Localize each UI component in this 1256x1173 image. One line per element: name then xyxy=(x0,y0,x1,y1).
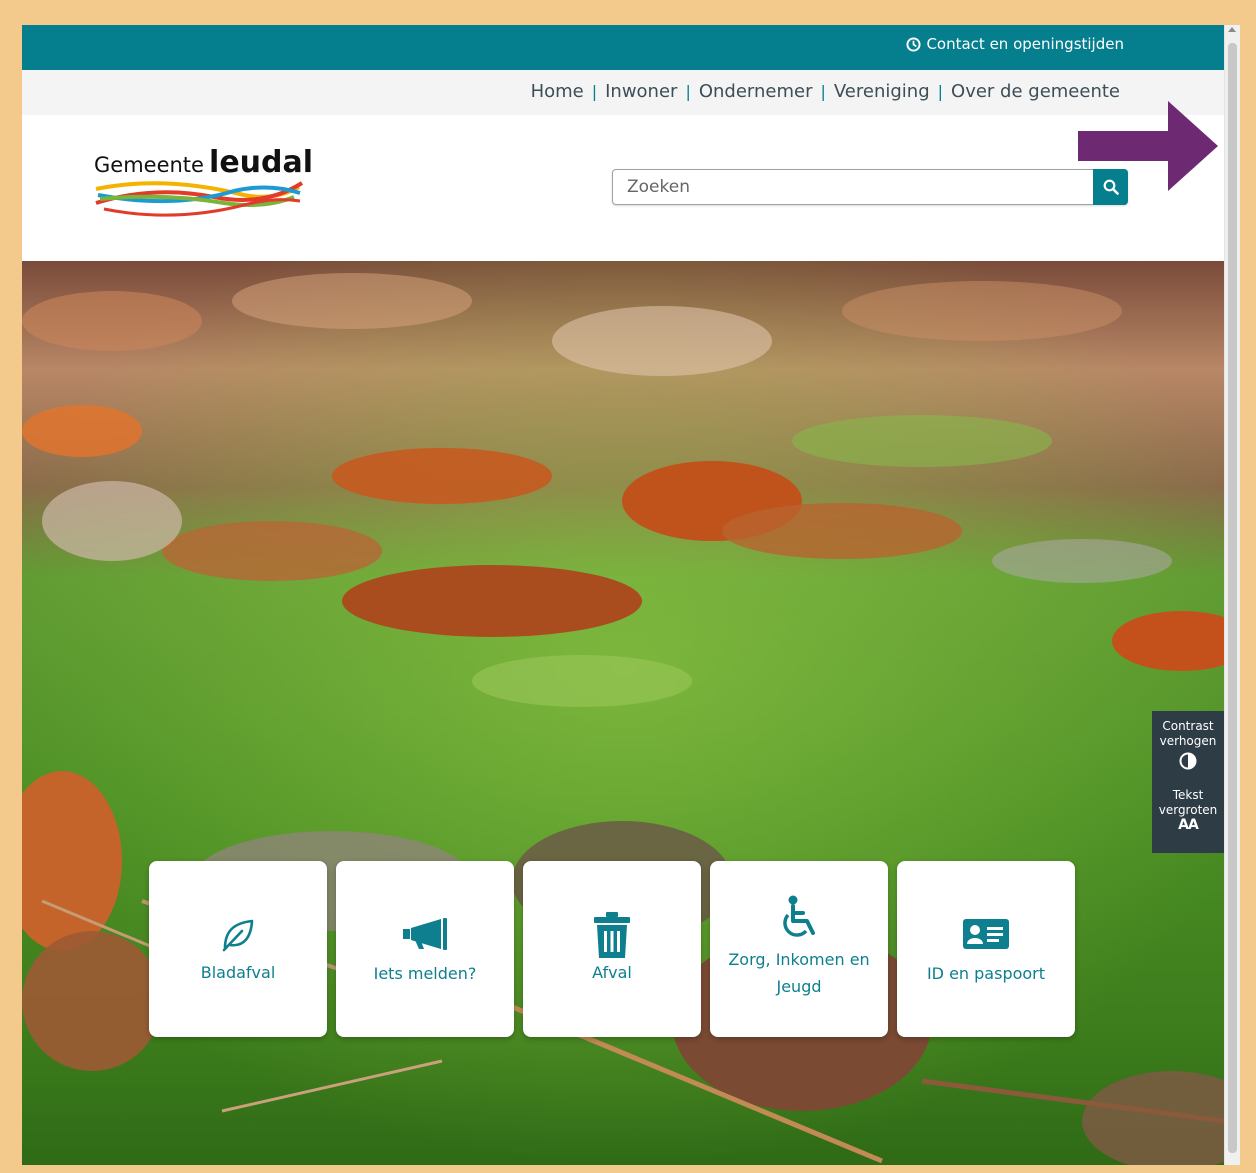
logo-swoosh-graphic xyxy=(95,181,304,217)
text-size-icon: AA xyxy=(1178,817,1199,833)
accessibility-panel: Contrast verhogen Tekst vergroten AA xyxy=(1152,711,1224,853)
search-box xyxy=(612,169,1128,205)
search-input[interactable] xyxy=(613,170,1093,204)
nav-item-over-de-gemeente[interactable]: Over de gemeente xyxy=(951,81,1120,102)
contrast-icon xyxy=(1179,752,1197,770)
nav-separator: | xyxy=(937,82,944,101)
nav-separator: | xyxy=(820,82,826,101)
tile-zorg-inkomen-jeugd[interactable]: Zorg, Inkomen en Jeugd xyxy=(710,861,888,1037)
nav-item-inwoner[interactable]: Inwoner xyxy=(605,81,677,102)
trash-icon xyxy=(594,912,630,958)
tile-label: Afval xyxy=(592,963,632,982)
nav-separator: | xyxy=(685,82,691,101)
contact-link[interactable]: Contact en openingstijden xyxy=(906,35,1124,53)
nav-item-home[interactable]: Home xyxy=(531,81,584,102)
tile-label: Zorg, Inkomen en Jeugd xyxy=(728,950,870,996)
top-bar: Contact en openingstijden xyxy=(22,25,1224,70)
tile-label: Iets melden? xyxy=(373,964,477,983)
clock-icon xyxy=(906,36,921,52)
logo-name: leudal xyxy=(209,145,314,180)
tile-bladafval[interactable]: Bladafval xyxy=(149,861,327,1037)
annotation-arrow xyxy=(1078,101,1218,191)
hero-image: Contrast verhogen Tekst vergroten AA Bla… xyxy=(22,261,1224,1165)
tile-label: ID en paspoort xyxy=(926,964,1046,983)
gemeente-leudal-logo[interactable]: Gemeente leudal xyxy=(94,145,313,225)
text-size-label-1: Tekst xyxy=(1172,788,1204,802)
wheelchair-icon xyxy=(783,895,815,937)
scroll-up-arrow-icon[interactable] xyxy=(1228,27,1236,32)
contrast-label-1: Contrast xyxy=(1162,719,1214,733)
leaf-icon xyxy=(222,919,254,952)
page-scrollbar[interactable] xyxy=(1224,25,1240,1165)
nav-separator: | xyxy=(591,82,598,101)
site-header: Gemeente leudal xyxy=(22,115,1224,261)
browser-viewport: Contact en openingstijden Home | Inwoner… xyxy=(22,25,1224,1165)
scroll-thumb[interactable] xyxy=(1228,43,1237,1153)
megaphone-icon xyxy=(403,918,447,950)
tile-iets-melden[interactable]: Iets melden? xyxy=(336,861,514,1037)
id-card-icon xyxy=(963,919,1009,949)
tile-label: Bladafval xyxy=(200,963,276,982)
nav-item-vereniging[interactable]: Vereniging xyxy=(834,81,930,102)
text-size-label-2: vergroten xyxy=(1158,803,1218,817)
main-navigation: Home | Inwoner | Ondernemer | Vereniging… xyxy=(22,70,1224,115)
contrast-toggle[interactable]: Contrast verhogen xyxy=(1152,711,1224,774)
contact-label: Contact en openingstijden xyxy=(926,35,1124,53)
tile-id-en-paspoort[interactable]: ID en paspoort xyxy=(897,861,1075,1037)
logo-prefix: Gemeente xyxy=(94,153,204,177)
contrast-label-2: verhogen xyxy=(1159,734,1217,748)
text-size-toggle[interactable]: Tekst vergroten AA xyxy=(1152,774,1224,833)
nav-item-ondernemer[interactable]: Ondernemer xyxy=(699,81,813,102)
tile-afval[interactable]: Afval xyxy=(523,861,701,1037)
